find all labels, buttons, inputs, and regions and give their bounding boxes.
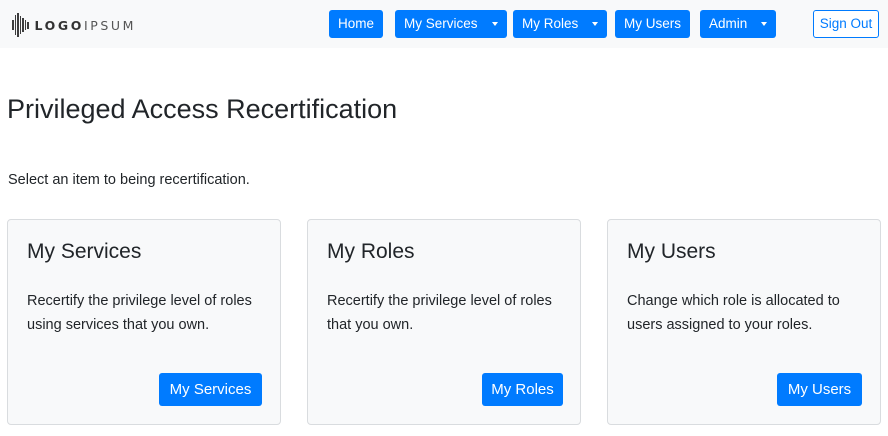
nav-admin-label: Admin (709, 16, 748, 31)
my-services-button[interactable]: My Services (159, 373, 262, 406)
card-title: My Services (27, 240, 142, 263)
navbar: LOGOIPSUM Home My Services My Roles My U… (0, 0, 888, 48)
intro-text: Select an item to being recertification. (8, 172, 250, 188)
page-title: Privileged Access Recertification (7, 94, 398, 124)
nav-users-label: My Users (624, 16, 681, 31)
nav-home-label: Home (338, 16, 375, 31)
nav-services-dropdown[interactable]: My Services (395, 10, 507, 38)
logo-bars-icon (12, 13, 29, 37)
card-title: My Users (627, 240, 716, 263)
card-text: Recertify the privilege level of roles t… (327, 293, 552, 333)
nav-roles-label: My Roles (522, 16, 579, 31)
nav-admin-dropdown[interactable]: Admin (700, 10, 777, 38)
my-roles-button[interactable]: My Roles (482, 373, 563, 406)
caret-down-icon (592, 22, 599, 26)
card-my-roles: My Roles Recertify the privilege level o… (307, 219, 581, 425)
caret-down-icon (761, 22, 768, 26)
sign-out-button[interactable]: Sign Out (813, 10, 879, 38)
brand-logo[interactable]: LOGOIPSUM (12, 13, 136, 37)
nav-services-label: My Services (404, 16, 478, 31)
nav-roles-dropdown[interactable]: My Roles (513, 10, 608, 38)
nav-users-button[interactable]: My Users (615, 10, 690, 38)
card-text: Recertify the privilege level of roles u… (27, 293, 252, 333)
card-my-services: My Services Recertify the privilege leve… (7, 219, 281, 425)
card-title: My Roles (327, 240, 415, 263)
my-users-button[interactable]: My Users (777, 373, 862, 406)
logo-text: LOGOIPSUM (34, 17, 137, 33)
nav-home-button[interactable]: Home (329, 10, 384, 38)
caret-down-icon (491, 22, 498, 26)
card-my-users: My Users Change which role is allocated … (607, 219, 881, 425)
card-text: Change which role is allocated to users … (627, 293, 840, 333)
